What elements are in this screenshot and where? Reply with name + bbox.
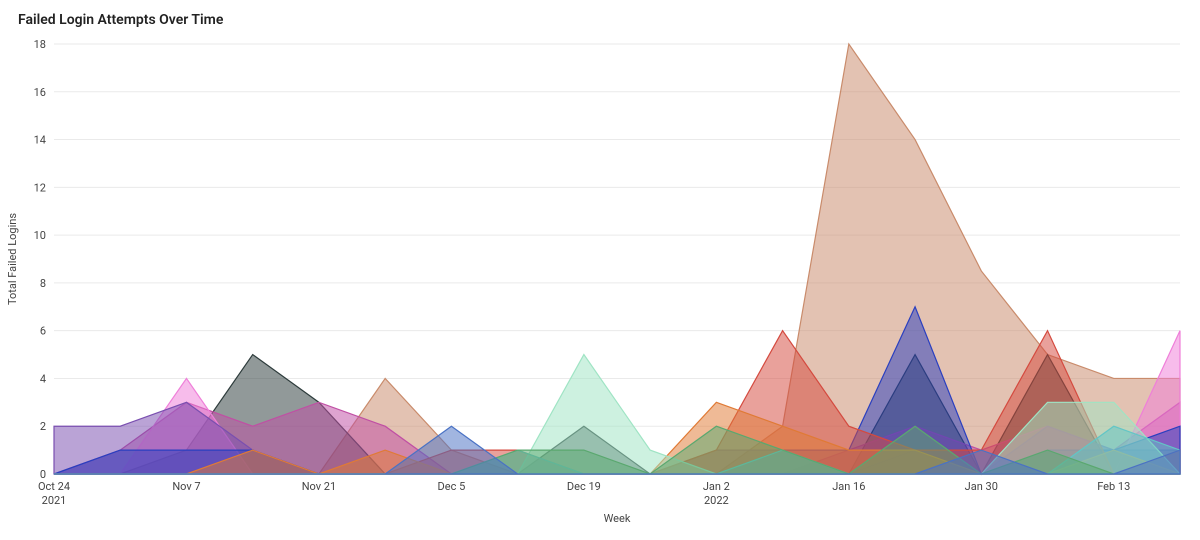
svg-text:Nov 21: Nov 21 [302, 480, 336, 493]
svg-text:Jan 16: Jan 16 [832, 480, 865, 493]
svg-text:8: 8 [40, 277, 46, 290]
svg-text:Feb 13: Feb 13 [1097, 480, 1130, 493]
svg-text:2: 2 [40, 420, 46, 433]
svg-text:Nov 7: Nov 7 [172, 480, 200, 493]
svg-text:2022: 2022 [704, 494, 729, 507]
svg-text:Oct 24: Oct 24 [38, 480, 70, 493]
svg-text:6: 6 [40, 325, 46, 338]
svg-text:4: 4 [40, 372, 46, 385]
chart-svg: 024681012141618Oct 242021Nov 7Nov 21Dec … [54, 44, 1180, 474]
svg-text:Dec 19: Dec 19 [567, 480, 601, 493]
svg-text:Total Failed Logins: Total Failed Logins [6, 213, 19, 305]
svg-text:10: 10 [34, 229, 46, 242]
svg-text:Jan 2: Jan 2 [703, 480, 730, 493]
svg-text:Week: Week [604, 512, 631, 525]
svg-text:12: 12 [34, 181, 46, 194]
svg-text:Dec 5: Dec 5 [438, 480, 466, 493]
svg-text:14: 14 [34, 134, 46, 147]
svg-text:18: 18 [34, 38, 46, 51]
chart-plot-area: 024681012141618Oct 242021Nov 7Nov 21Dec … [54, 44, 1180, 474]
svg-text:2021: 2021 [42, 494, 67, 507]
chart-title: Failed Login Attempts Over Time [18, 12, 1182, 28]
svg-text:Jan 30: Jan 30 [965, 480, 998, 493]
svg-text:16: 16 [34, 86, 46, 99]
